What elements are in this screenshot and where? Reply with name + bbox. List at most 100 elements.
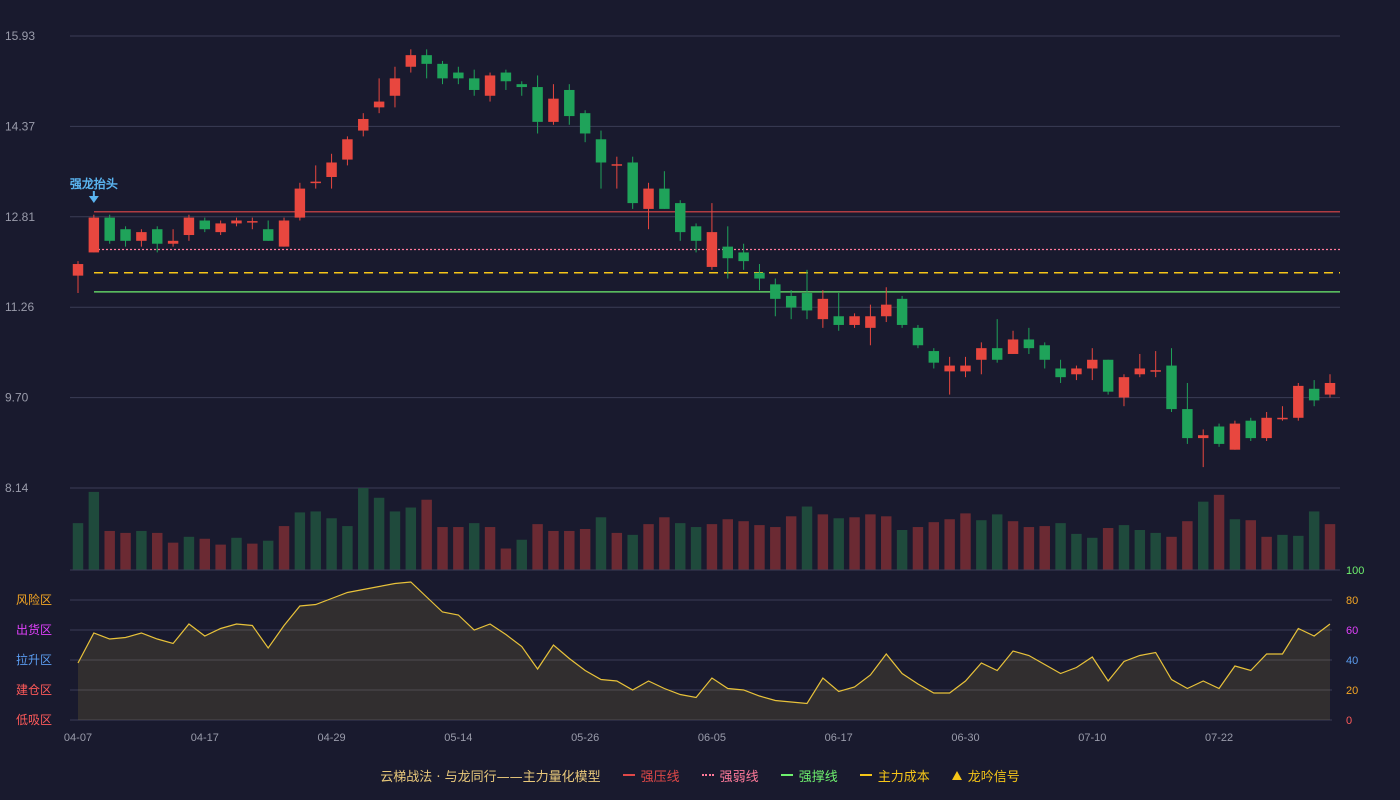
- volume-bar: [674, 523, 686, 570]
- candle-body: [912, 327, 924, 346]
- date-tick-label: 07-22: [1205, 732, 1233, 744]
- volume-bar: [722, 519, 734, 570]
- volume-bar: [595, 517, 607, 570]
- candle-body: [468, 78, 480, 90]
- price-axis: 15.93 14.37 12.81 11.26 9.70 8.14: [5, 29, 35, 495]
- candle-body: [801, 293, 813, 311]
- osc-axis-label: 80: [1346, 595, 1358, 607]
- volume-bar: [785, 516, 797, 570]
- candle-body: [88, 217, 100, 253]
- zone-label: 拉升区: [16, 652, 52, 667]
- volume-bar: [627, 534, 638, 570]
- candle-body: [976, 348, 987, 360]
- volume-bar: [690, 527, 702, 570]
- candle-body: [833, 316, 844, 325]
- volume-bar: [564, 530, 575, 570]
- candle-body: [183, 217, 195, 236]
- candle-body: [754, 272, 765, 279]
- candle-body: [548, 98, 559, 122]
- volume-bar: [516, 539, 527, 570]
- date-tick-label: 04-07: [64, 732, 92, 744]
- volume-bar: [532, 524, 543, 570]
- legend-item-weak: 强弱线: [701, 766, 759, 785]
- candle-body: [1261, 417, 1272, 439]
- price-tick-label: 12.81: [5, 210, 35, 224]
- candle-body: [342, 139, 353, 160]
- volume-bar: [849, 517, 860, 570]
- volume-bar: [944, 519, 955, 570]
- candle-body: [738, 252, 749, 262]
- osc-axis-label: 100: [1346, 565, 1364, 577]
- volume-bar: [1324, 524, 1336, 570]
- candle-body: [928, 351, 940, 363]
- volume-bar: [579, 529, 591, 570]
- candle-body: [1166, 365, 1177, 410]
- candle-body: [389, 78, 401, 96]
- volume-bar: [881, 516, 892, 570]
- candle-body: [1245, 420, 1256, 439]
- volume-bar: [104, 530, 115, 570]
- candle-body: [326, 162, 337, 177]
- price-tick-label: 11.26: [5, 300, 34, 314]
- osc-axis-label: 60: [1346, 625, 1358, 637]
- volume-bar: [72, 523, 84, 570]
- legend-item-pressure: 强压线: [622, 766, 680, 785]
- volume-bar: [1039, 526, 1050, 570]
- volume-bar: [389, 511, 401, 570]
- volume-bar: [928, 522, 940, 570]
- legend-item-support: 强撑线: [780, 766, 838, 785]
- candle-body: [579, 113, 591, 134]
- candle-body: [706, 232, 718, 267]
- candle-body: [722, 246, 734, 259]
- candle-body: [659, 188, 670, 209]
- volume-bar: [1229, 519, 1241, 570]
- volume-bar: [294, 512, 306, 570]
- candle-body: [215, 223, 226, 233]
- volume-bar: [120, 532, 131, 570]
- candle-body: [674, 203, 686, 233]
- candle-body: [770, 284, 781, 299]
- candle-body: [817, 298, 829, 320]
- candle-body: [231, 220, 242, 224]
- volume-bar: [278, 526, 290, 570]
- volume-bar: [548, 530, 559, 570]
- candle-body: [453, 72, 464, 79]
- volume-bar: [1134, 529, 1146, 570]
- volume-bar: [960, 513, 971, 570]
- volume-bar: [817, 514, 829, 570]
- volume-bar: [152, 532, 163, 570]
- candle-body: [1308, 388, 1320, 401]
- candle-body: [690, 226, 702, 241]
- volume-bar: [199, 538, 211, 570]
- volume-bar: [976, 520, 987, 570]
- price-tick-label: 8.14: [5, 481, 29, 495]
- candle-body: [421, 55, 432, 64]
- candle-body: [1324, 382, 1336, 395]
- volume-bar: [373, 497, 385, 570]
- candle-body: [532, 87, 543, 122]
- candle-body: [1023, 339, 1035, 349]
- candle-body: [120, 229, 131, 241]
- candle-body: [72, 264, 84, 276]
- candle-body: [1087, 359, 1098, 369]
- volume-bar: [1118, 525, 1130, 570]
- volume-bars: [70, 488, 1340, 571]
- legend-item-cost: 主力成本: [859, 766, 930, 785]
- oscillator-panel: 100 80 60 40 20 0 风险区出货区拉升区建仓区低吸区: [16, 565, 1364, 727]
- candle-body: [627, 162, 638, 204]
- candle-body: [564, 89, 575, 117]
- volume-bar: [912, 527, 924, 570]
- triangle-icon: [951, 770, 962, 780]
- volume-bar: [1007, 521, 1019, 570]
- candlestick-chart: 15.93 14.37 12.81 11.26 9.70 8.14 100 80 60 40 20…: [5, 29, 1364, 744]
- date-axis: 04-07 04-17 04-29 05-14 05-26 06-05 06-17 06-30…: [64, 732, 1233, 744]
- volume-bar: [1293, 535, 1304, 570]
- volume-bar: [421, 499, 432, 570]
- volume-bar: [500, 548, 512, 570]
- volume-bar: [1261, 536, 1272, 570]
- volume-bar: [738, 521, 749, 570]
- candle-body: [1039, 345, 1050, 360]
- price-tick-label: 15.93: [5, 29, 35, 43]
- volume-bar: [437, 527, 448, 570]
- candle-body: [896, 298, 908, 325]
